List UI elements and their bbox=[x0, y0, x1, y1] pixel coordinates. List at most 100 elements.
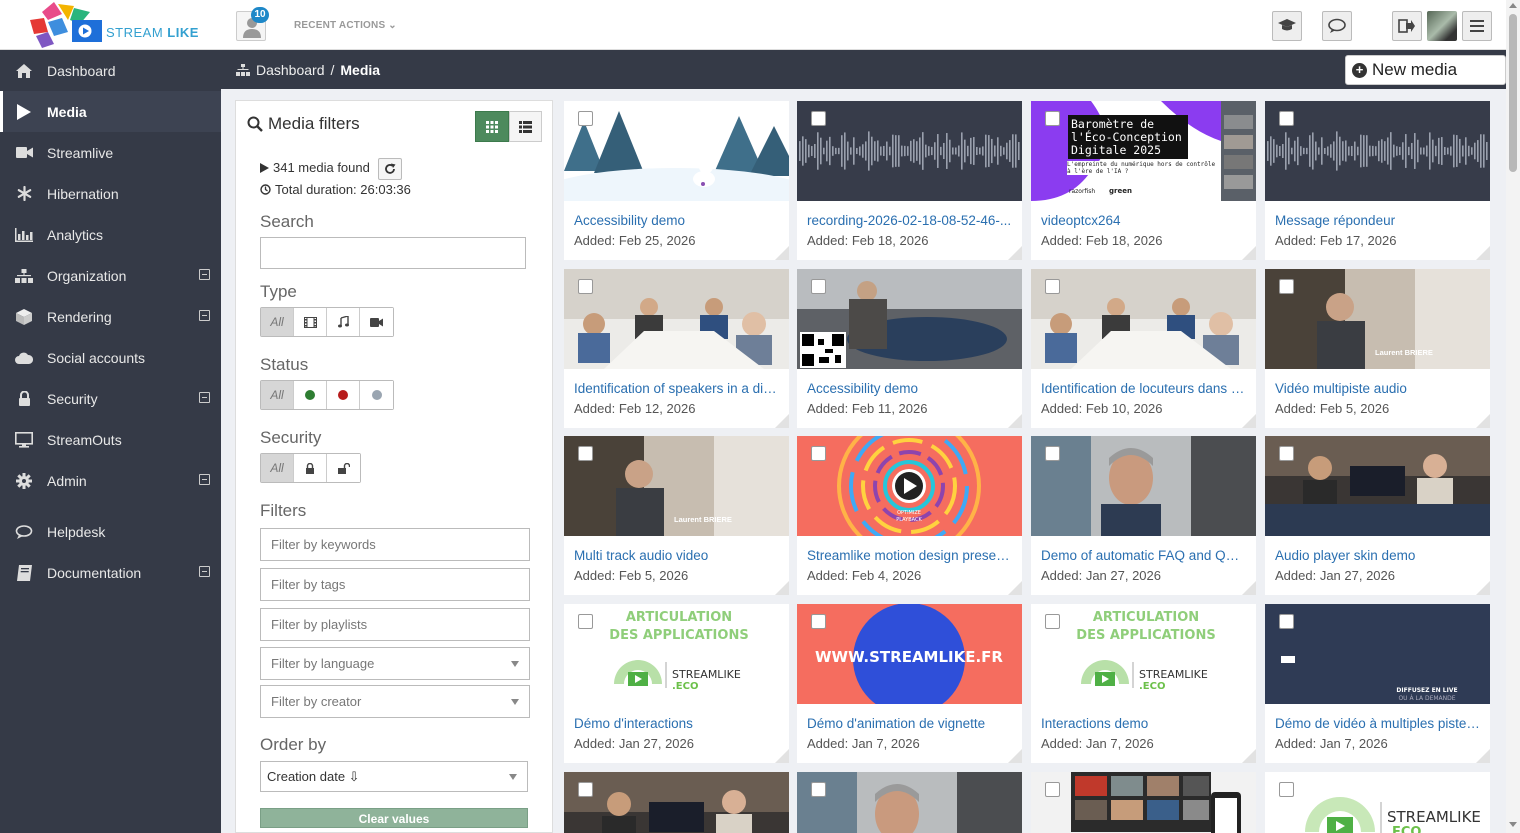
media-select-checkbox[interactable] bbox=[578, 111, 593, 126]
security-unlocked-button[interactable] bbox=[327, 454, 360, 482]
media-select-checkbox[interactable] bbox=[1279, 111, 1294, 126]
media-select-checkbox[interactable] bbox=[811, 111, 826, 126]
media-title-link[interactable]: Identification de locuteurs dans u... bbox=[1041, 381, 1246, 396]
media-select-checkbox[interactable] bbox=[1045, 446, 1060, 461]
media-card[interactable]: Accessibility demo Added: Feb 11, 2026 bbox=[797, 269, 1022, 428]
sidebar-item-documentation[interactable]: Documentation bbox=[0, 552, 221, 593]
media-card[interactable]: Laurent BRIERE Vidéo multipiste audio Adde… bbox=[1265, 269, 1490, 428]
collapse-toggle-icon[interactable] bbox=[199, 392, 210, 403]
collapse-toggle-icon[interactable] bbox=[199, 566, 210, 577]
media-thumbnail[interactable]: Laurent BRIERE bbox=[1265, 269, 1490, 369]
language-filter-select[interactable]: Filter by language bbox=[260, 647, 530, 680]
type-live-button[interactable] bbox=[360, 308, 393, 336]
media-thumbnail[interactable]: WWW.STREAMLIKE.FR bbox=[797, 604, 1022, 704]
media-card[interactable]: ARTICULATION DES APPLICATIONS STREAMLIKE .E… bbox=[1031, 604, 1256, 763]
media-select-checkbox[interactable] bbox=[578, 614, 593, 629]
tags-filter-input[interactable]: Filter by tags bbox=[260, 568, 530, 601]
media-card[interactable]: OPTIMIZE PLAYBACK Streamlike motion design… bbox=[797, 436, 1022, 595]
sidebar-item-social-accounts[interactable]: Social accounts bbox=[0, 337, 221, 378]
media-thumbnail[interactable] bbox=[797, 269, 1022, 369]
media-title-link[interactable]: Accessibility demo bbox=[574, 213, 779, 228]
breadcrumb-dashboard[interactable]: Dashboard bbox=[256, 62, 325, 78]
creator-filter-select[interactable]: Filter by creator bbox=[260, 685, 530, 718]
refresh-button[interactable] bbox=[378, 158, 402, 180]
sidebar-item-streamlive[interactable]: Streamlive bbox=[0, 132, 221, 173]
media-title-link[interactable]: Streamlike motion design presen... bbox=[807, 548, 1012, 563]
sidebar-item-media[interactable]: Media bbox=[0, 91, 221, 132]
media-select-checkbox[interactable] bbox=[1045, 782, 1060, 797]
media-card[interactable]: Laurent BRIERE Multi track audio video Add… bbox=[564, 436, 789, 595]
type-all-button[interactable]: All bbox=[261, 308, 294, 336]
sidebar-item-security[interactable]: Security bbox=[0, 378, 221, 419]
media-select-checkbox[interactable] bbox=[811, 446, 826, 461]
media-thumbnail[interactable] bbox=[564, 101, 789, 201]
collapse-toggle-icon[interactable] bbox=[199, 474, 210, 485]
media-thumbnail[interactable]: STREAMLIKE .ECO bbox=[1265, 772, 1490, 833]
media-select-checkbox[interactable] bbox=[1045, 279, 1060, 294]
type-audio-button[interactable] bbox=[327, 308, 360, 336]
media-title-link[interactable]: Audio player skin demo bbox=[1275, 548, 1480, 563]
media-card[interactable] bbox=[564, 772, 789, 833]
list-view-button[interactable] bbox=[509, 111, 542, 142]
scroll-down-arrow-icon[interactable] bbox=[1509, 822, 1517, 827]
sidebar-item-dashboard[interactable]: Dashboard bbox=[0, 50, 221, 91]
sidebar-item-streamouts[interactable]: StreamOuts bbox=[0, 419, 221, 460]
status-pending-button[interactable] bbox=[360, 381, 393, 409]
media-card[interactable]: recording-2026-02-18-08-52-46-... Added: … bbox=[797, 101, 1022, 260]
media-card[interactable]: DIFFUSEZ EN LIVE OU À LA DEMANDE Démo de v… bbox=[1265, 604, 1490, 763]
sidebar-item-organization[interactable]: Organization bbox=[0, 255, 221, 296]
media-thumbnail[interactable] bbox=[797, 101, 1022, 201]
new-media-button[interactable]: + New media bbox=[1345, 55, 1506, 85]
sidebar-item-rendering[interactable]: Rendering bbox=[0, 296, 221, 337]
security-all-button[interactable]: All bbox=[261, 454, 294, 482]
order-by-select[interactable]: Creation date ⇩ bbox=[260, 761, 528, 792]
playlists-filter-input[interactable]: Filter by playlists bbox=[260, 608, 530, 641]
media-title-link[interactable]: Multi track audio video bbox=[574, 548, 779, 563]
status-all-button[interactable]: All bbox=[261, 381, 294, 409]
media-card[interactable] bbox=[797, 772, 1022, 833]
media-thumbnail[interactable] bbox=[1265, 101, 1490, 201]
clear-values-button[interactable]: Clear values bbox=[260, 808, 528, 828]
media-title-link[interactable]: Interactions demo bbox=[1041, 716, 1246, 731]
media-title-link[interactable]: Démo d'interactions bbox=[574, 716, 779, 731]
media-thumbnail[interactable]: ARTICULATION DES APPLICATIONS STREAMLIKE .E… bbox=[564, 604, 789, 704]
media-select-checkbox[interactable] bbox=[1279, 782, 1294, 797]
media-title-link[interactable]: videoptcx264 bbox=[1041, 213, 1246, 228]
media-card[interactable]: Message répondeur Added: Feb 17, 2026 bbox=[1265, 101, 1490, 260]
media-title-link[interactable]: recording-2026-02-18-08-52-46-... bbox=[807, 213, 1012, 228]
media-select-checkbox[interactable] bbox=[1045, 111, 1060, 126]
recent-actions-dropdown[interactable]: RECENT ACTIONS ⌄ bbox=[294, 20, 397, 31]
media-thumbnail[interactable] bbox=[564, 269, 789, 369]
avatar[interactable] bbox=[1427, 11, 1457, 41]
collapse-toggle-icon[interactable] bbox=[199, 269, 210, 280]
collapse-toggle-icon[interactable] bbox=[199, 310, 210, 321]
type-video-button[interactable] bbox=[294, 308, 327, 336]
sidebar-item-analytics[interactable]: Analytics bbox=[0, 214, 221, 255]
media-thumbnail[interactable] bbox=[1031, 436, 1256, 536]
media-card[interactable]: Baromètre de l'Éco-Conception Digitale 202… bbox=[1031, 101, 1256, 260]
media-select-checkbox[interactable] bbox=[578, 446, 593, 461]
media-card[interactable]: Demo of automatic FAQ and Qui... Added: J… bbox=[1031, 436, 1256, 595]
page-scrollbar[interactable] bbox=[1506, 0, 1520, 833]
media-title-link[interactable]: Identification of speakers in a dis... bbox=[574, 381, 779, 396]
media-select-checkbox[interactable] bbox=[1045, 614, 1060, 629]
media-title-link[interactable]: Vidéo multipiste audio bbox=[1275, 381, 1480, 396]
media-title-link[interactable]: Message répondeur bbox=[1275, 213, 1480, 228]
media-card[interactable]: Identification de locuteurs dans u... Add… bbox=[1031, 269, 1256, 428]
grid-view-button[interactable] bbox=[475, 111, 509, 142]
media-title-link[interactable]: Accessibility demo bbox=[807, 381, 1012, 396]
media-select-checkbox[interactable] bbox=[811, 279, 826, 294]
media-thumbnail[interactable] bbox=[1265, 436, 1490, 536]
media-select-checkbox[interactable] bbox=[578, 782, 593, 797]
main-menu-button[interactable] bbox=[1462, 11, 1492, 41]
media-select-checkbox[interactable] bbox=[811, 782, 826, 797]
media-card[interactable]: ARTICULATION DES APPLICATIONS STREAMLIKE .E… bbox=[564, 604, 789, 763]
logout-button[interactable] bbox=[1392, 11, 1422, 41]
media-card[interactable]: STREAMLIKE .ECO bbox=[1265, 772, 1490, 833]
media-title-link[interactable]: Demo of automatic FAQ and Qui... bbox=[1041, 548, 1246, 563]
media-select-checkbox[interactable] bbox=[811, 614, 826, 629]
media-thumbnail[interactable]: OPTIMIZE PLAYBACK bbox=[797, 436, 1022, 536]
search-input[interactable] bbox=[260, 237, 526, 269]
media-select-checkbox[interactable] bbox=[1279, 446, 1294, 461]
media-card[interactable] bbox=[1031, 772, 1256, 833]
